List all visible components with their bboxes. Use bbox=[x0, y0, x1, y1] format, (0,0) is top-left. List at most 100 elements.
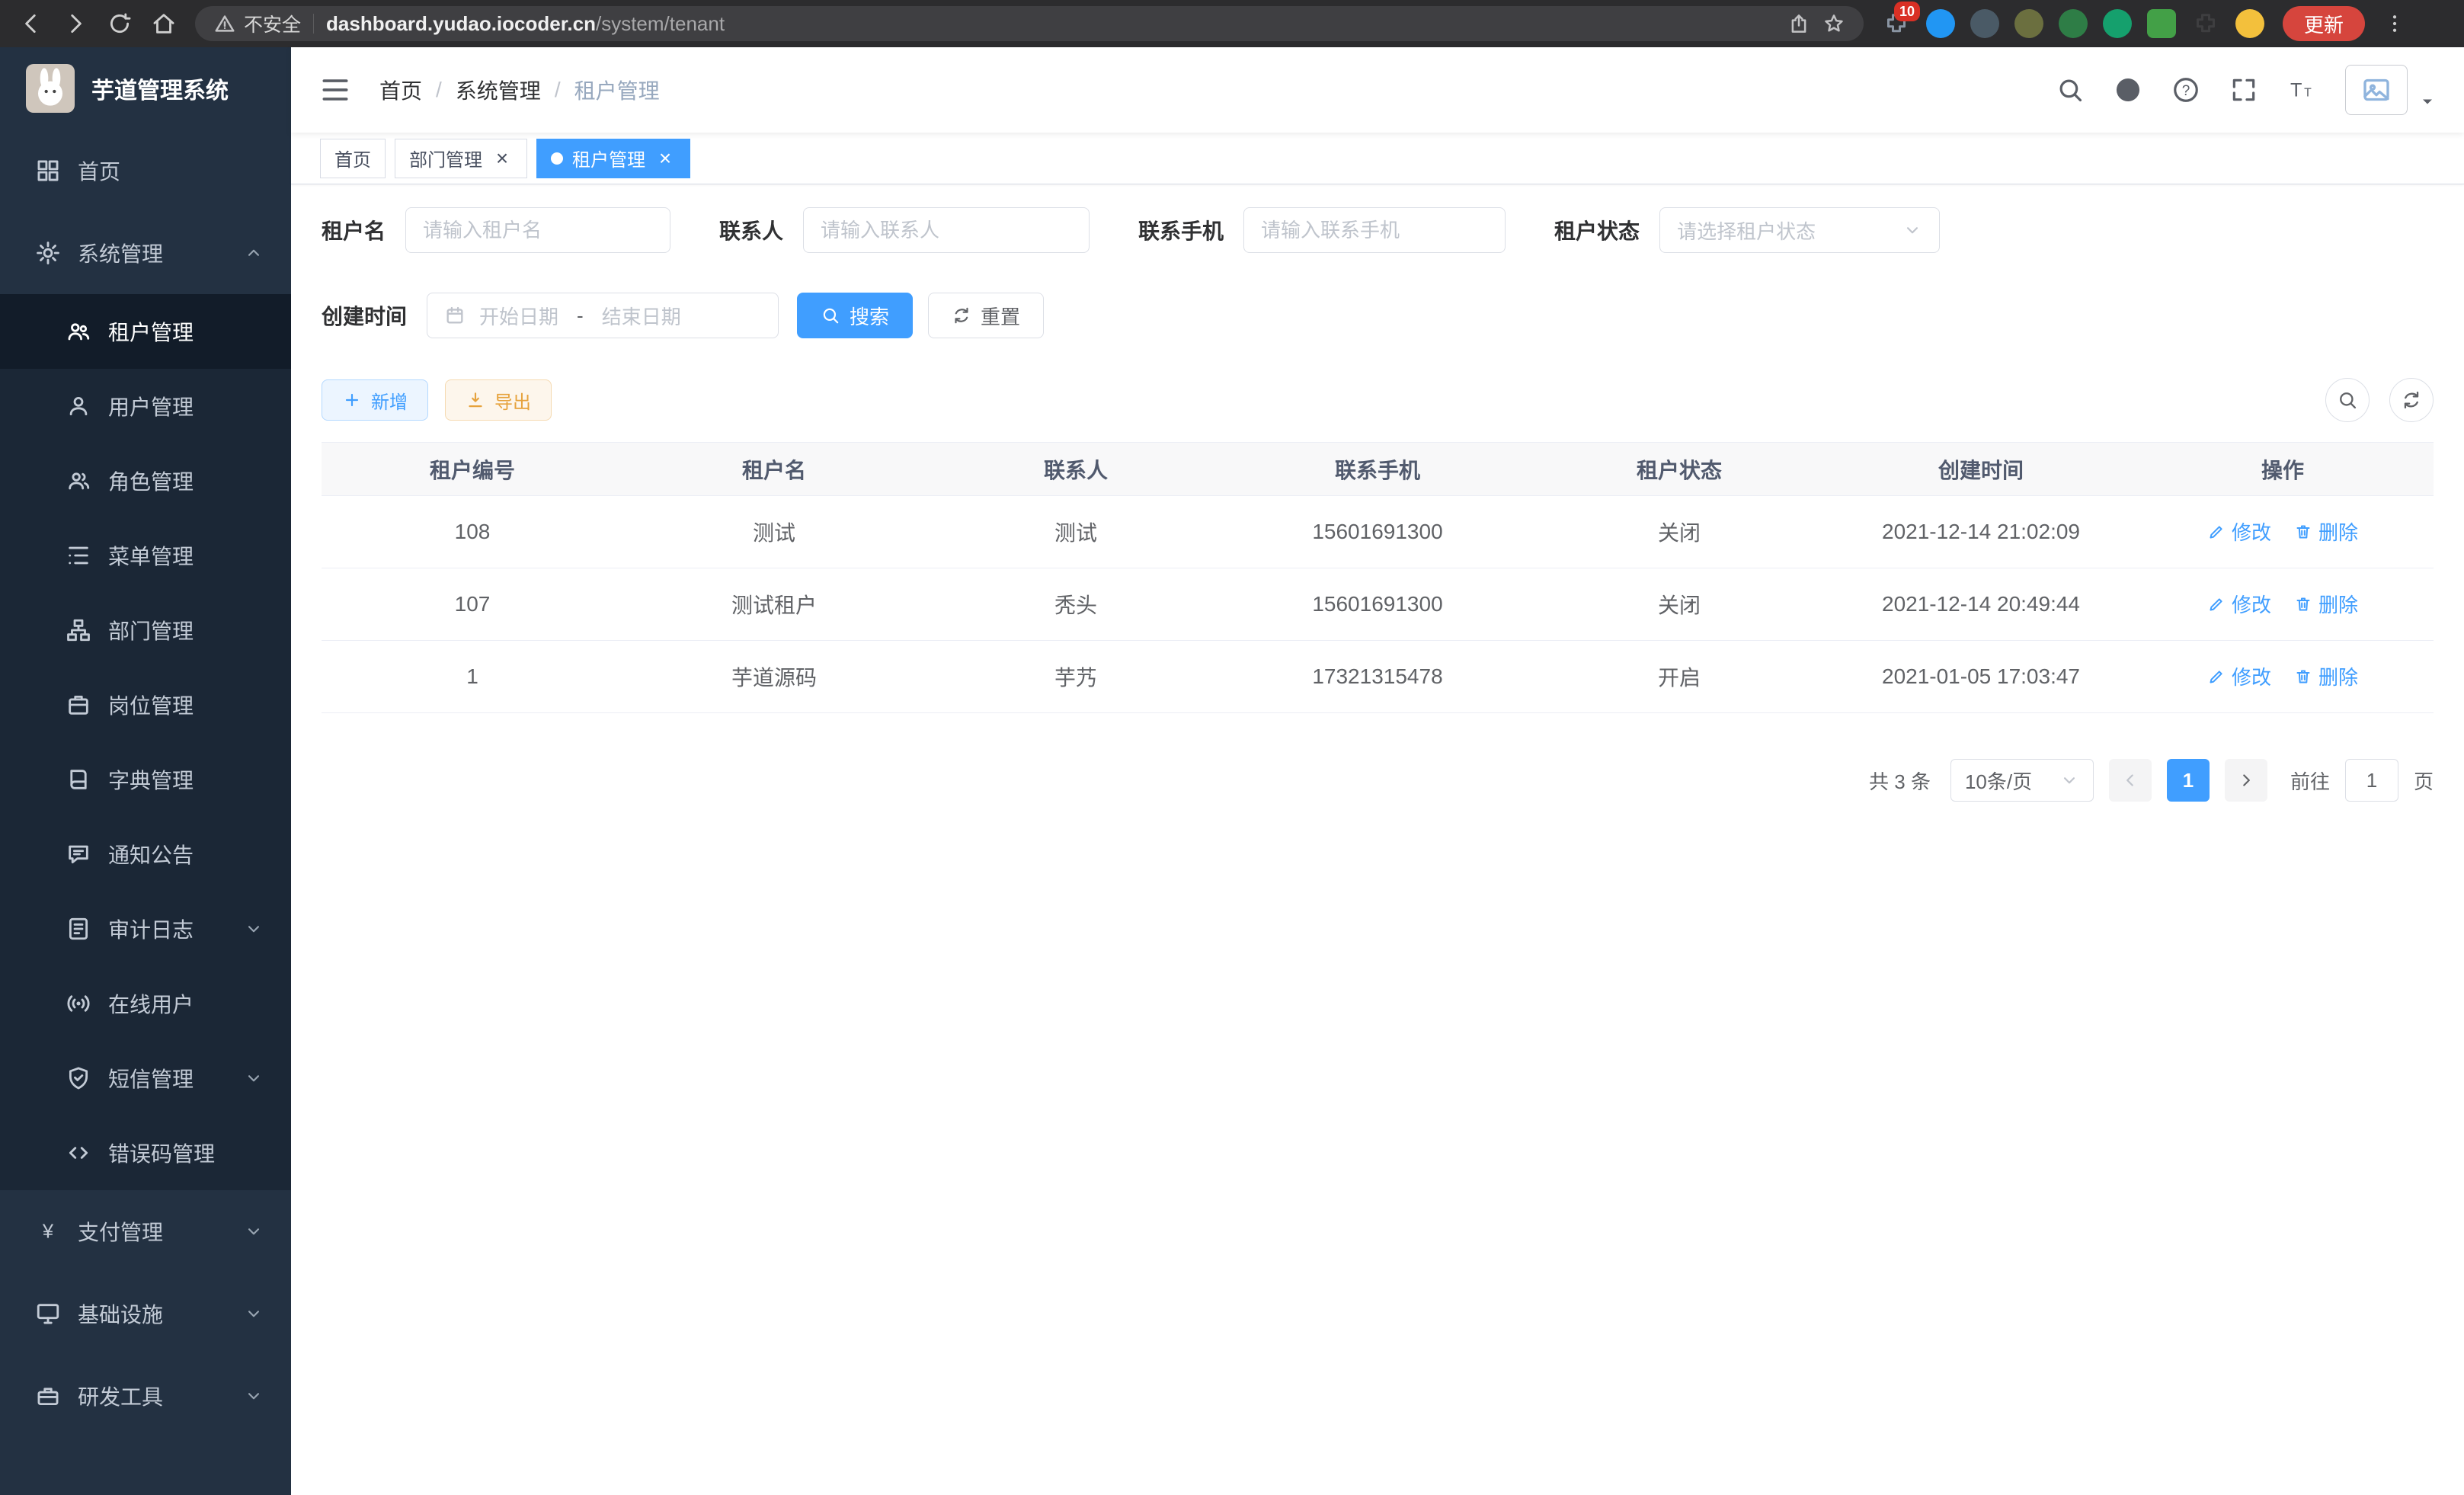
search-icon[interactable] bbox=[2056, 75, 2085, 104]
page-size-select[interactable]: 10条/页 bbox=[1950, 759, 2094, 802]
address-bar[interactable]: 不安全 dashboard.yudao.iocoder.cn /system/t… bbox=[195, 6, 1864, 41]
svg-text:T: T bbox=[2304, 87, 2312, 100]
browser-menu-icon[interactable] bbox=[2383, 12, 2406, 35]
tag-首页[interactable]: 首页 bbox=[320, 139, 386, 178]
extension-icon[interactable] bbox=[2191, 9, 2220, 38]
browser-reload-button[interactable] bbox=[107, 11, 133, 37]
refresh-icon bbox=[952, 306, 971, 325]
filter-status: 租户状态 请选择租户状态 bbox=[1554, 207, 1940, 253]
browser-back-button[interactable] bbox=[18, 11, 44, 37]
filter-contact: 联系人 bbox=[719, 207, 1090, 253]
navbar-actions: ? TT bbox=[2056, 65, 2437, 115]
svg-text:?: ? bbox=[2182, 83, 2190, 99]
audit-icon bbox=[64, 916, 93, 942]
bookmark-star-icon[interactable] bbox=[1822, 12, 1845, 35]
sms-icon bbox=[64, 1065, 93, 1091]
sidebar-item-menu[interactable]: 菜单管理 bbox=[0, 518, 291, 593]
share-icon[interactable] bbox=[1787, 12, 1810, 35]
sidebar-item-dept[interactable]: 部门管理 bbox=[0, 593, 291, 667]
extension-icon[interactable] bbox=[2103, 9, 2132, 38]
chevron-up-icon bbox=[244, 243, 264, 263]
chevron-down-icon[interactable] bbox=[2418, 92, 2437, 110]
tenant-name-label: 租户名 bbox=[322, 215, 386, 245]
app-title: 芋道管理系统 bbox=[91, 72, 229, 105]
dict-icon bbox=[64, 767, 93, 792]
table-toolbar: 新增 导出 bbox=[322, 378, 2434, 422]
sidebar-item-home[interactable]: 首页 bbox=[0, 130, 291, 212]
sidebar-item-infra[interactable]: 基础设施 bbox=[0, 1273, 291, 1355]
extension-icon[interactable]: 10 bbox=[1882, 9, 1911, 38]
font-size-icon[interactable]: TT bbox=[2287, 75, 2316, 104]
sidebar-item-sms[interactable]: 短信管理 bbox=[0, 1041, 291, 1116]
extension-icon[interactable] bbox=[2014, 9, 2043, 38]
export-button[interactable]: 导出 bbox=[445, 379, 552, 421]
prev-page-button[interactable] bbox=[2109, 759, 2152, 802]
browser-home-button[interactable] bbox=[151, 11, 177, 37]
tag-部门管理[interactable]: 部门管理× bbox=[395, 139, 527, 178]
sidebar-item-post[interactable]: 岗位管理 bbox=[0, 667, 291, 742]
sidebar-item-devtool[interactable]: 研发工具 bbox=[0, 1355, 291, 1437]
tenant-status-select[interactable]: 请选择租户状态 bbox=[1659, 207, 1940, 253]
dept-icon bbox=[64, 617, 93, 643]
reset-button[interactable]: 重置 bbox=[928, 293, 1044, 338]
extension-icon[interactable] bbox=[1970, 9, 1999, 38]
edit-button[interactable]: 修改 bbox=[2207, 517, 2271, 546]
sidebar-logo[interactable]: 芋道管理系统 bbox=[0, 47, 291, 130]
sidebar-item-notice[interactable]: 通知公告 bbox=[0, 817, 291, 892]
security-chip[interactable]: 不安全 bbox=[213, 10, 301, 37]
hamburger-icon[interactable] bbox=[318, 73, 352, 107]
post-icon bbox=[64, 692, 93, 718]
edit-button[interactable]: 修改 bbox=[2207, 590, 2271, 618]
breadcrumb-separator: / bbox=[555, 78, 561, 102]
extension-icon[interactable] bbox=[2059, 9, 2088, 38]
sidebar-item-errcode[interactable]: 错误码管理 bbox=[0, 1116, 291, 1190]
user-avatar[interactable] bbox=[2345, 65, 2408, 115]
close-icon[interactable]: × bbox=[654, 148, 676, 169]
next-page-button[interactable] bbox=[2225, 759, 2267, 802]
extension-icon[interactable] bbox=[2147, 9, 2176, 38]
page-number-button[interactable]: 1 bbox=[2167, 759, 2210, 802]
extension-icon[interactable] bbox=[1926, 9, 1955, 38]
fullscreen-icon[interactable] bbox=[2229, 75, 2258, 104]
delete-button[interactable]: 删除 bbox=[2294, 662, 2358, 690]
cell-mobile: 15601691300 bbox=[1227, 496, 1528, 568]
menu-list-icon bbox=[64, 543, 93, 568]
date-range-picker[interactable]: 开始日期 - 结束日期 bbox=[427, 293, 779, 338]
breadcrumb-item[interactable]: 系统管理 bbox=[456, 75, 541, 105]
cell-status: 关闭 bbox=[1528, 496, 1830, 568]
tenant-name-input[interactable] bbox=[405, 207, 670, 253]
column-header: 租户名 bbox=[623, 443, 925, 496]
sidebar-item-tenant[interactable]: 租户管理 bbox=[0, 294, 291, 369]
search-button[interactable]: 搜索 bbox=[797, 293, 913, 338]
plus-icon bbox=[342, 390, 362, 410]
logo-avatar bbox=[26, 64, 75, 113]
breadcrumb-item[interactable]: 首页 bbox=[379, 75, 422, 105]
sidebar-item-pay[interactable]: ¥支付管理 bbox=[0, 1190, 291, 1273]
sidebar-item-user[interactable]: 用户管理 bbox=[0, 369, 291, 443]
sidebar-item-system[interactable]: 系统管理 bbox=[0, 212, 291, 294]
sidebar-item-dict[interactable]: 字典管理 bbox=[0, 742, 291, 817]
toggle-search-button[interactable] bbox=[2325, 378, 2370, 422]
refresh-table-button[interactable] bbox=[2389, 378, 2434, 422]
edit-button[interactable]: 修改 bbox=[2207, 662, 2271, 690]
sidebar-item-online[interactable]: 在线用户 bbox=[0, 966, 291, 1041]
extension-icon[interactable] bbox=[2235, 9, 2264, 38]
github-icon[interactable] bbox=[2114, 75, 2142, 104]
browser-update-button[interactable]: 更新 bbox=[2283, 6, 2365, 41]
sidebar-item-audit[interactable]: 审计日志 bbox=[0, 892, 291, 966]
delete-button[interactable]: 删除 bbox=[2294, 590, 2358, 618]
browser-forward-button[interactable] bbox=[62, 11, 88, 37]
help-icon[interactable]: ? bbox=[2171, 75, 2200, 104]
add-button[interactable]: 新增 bbox=[322, 379, 428, 421]
cell-actions: 修改删除 bbox=[2132, 641, 2434, 713]
mobile-input[interactable] bbox=[1243, 207, 1506, 253]
goto-page-input[interactable] bbox=[2345, 759, 2398, 802]
contact-input[interactable] bbox=[803, 207, 1090, 253]
tag-租户管理[interactable]: 租户管理× bbox=[536, 139, 690, 178]
delete-button[interactable]: 删除 bbox=[2294, 517, 2358, 546]
sidebar-item-role[interactable]: 角色管理 bbox=[0, 443, 291, 518]
cell-contact: 秃头 bbox=[925, 568, 1227, 641]
close-icon[interactable]: × bbox=[491, 148, 513, 169]
cell-created: 2021-12-14 20:49:44 bbox=[1830, 568, 2132, 641]
warning-icon bbox=[213, 12, 236, 35]
